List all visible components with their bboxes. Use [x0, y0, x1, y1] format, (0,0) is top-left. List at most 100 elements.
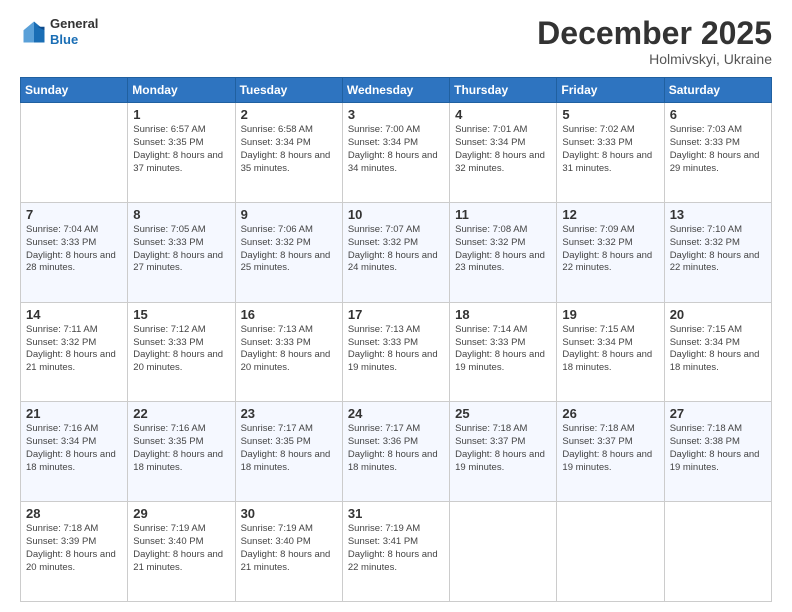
- page: General Blue December 2025 Holmivskyi, U…: [0, 0, 792, 612]
- day-number: 23: [241, 406, 337, 421]
- calendar-cell: 14 Sunrise: 7:11 AMSunset: 3:32 PMDayligh…: [21, 302, 128, 402]
- day-info: Sunrise: 7:18 AMSunset: 3:37 PMDaylight:…: [562, 423, 658, 474]
- calendar-week-row: 7Sunrise: 7:04 AMSunset: 3:33 PMDaylight…: [21, 202, 772, 302]
- day-info: Sunrise: 7:11 AMSunset: 3:32 PMDaylight:…: [26, 324, 122, 375]
- location: Holmivskyi, Ukraine: [537, 51, 772, 67]
- weekday-header: Tuesday: [235, 78, 342, 103]
- day-info: Sunrise: 7:03 AMSunset: 3:33 PMDaylight:…: [670, 124, 766, 175]
- logo: General Blue: [20, 16, 98, 47]
- calendar-week-row: 1 Sunrise: 6:57 AMSunset: 3:35 PMDaylight…: [21, 103, 772, 203]
- calendar-header-row: SundayMondayTuesdayWednesdayThursdayFrid…: [21, 78, 772, 103]
- calendar-table: SundayMondayTuesdayWednesdayThursdayFrid…: [20, 77, 772, 602]
- weekday-header: Friday: [557, 78, 664, 103]
- day-info: Sunrise: 6:57 AMSunset: 3:35 PMDaylight:…: [133, 124, 229, 175]
- logo-text: General Blue: [50, 16, 98, 47]
- day-number: 14: [26, 307, 122, 322]
- calendar-cell: 13 Sunrise: 7:10 AMSunset: 3:32 PMDayligh…: [664, 202, 771, 302]
- calendar-cell: 17 Sunrise: 7:13 AMSunset: 3:33 PMDayligh…: [342, 302, 449, 402]
- day-number: 7: [26, 207, 122, 222]
- day-number: 19: [562, 307, 658, 322]
- calendar-cell: 4 Sunrise: 7:01 AMSunset: 3:34 PMDaylight…: [450, 103, 557, 203]
- day-info: Sunrise: 7:06 AMSunset: 3:32 PMDaylight:…: [241, 224, 337, 275]
- calendar-cell: 6 Sunrise: 7:03 AMSunset: 3:33 PMDaylight…: [664, 103, 771, 203]
- calendar-cell: 28Sunrise: 7:18 AMSunset: 3:39 PMDayligh…: [21, 502, 128, 602]
- day-number: 6: [670, 107, 766, 122]
- calendar-cell: [664, 502, 771, 602]
- weekday-header: Monday: [128, 78, 235, 103]
- day-number: 27: [670, 406, 766, 421]
- calendar-week-row: 21 Sunrise: 7:16 AMSunset: 3:34 PMDayligh…: [21, 402, 772, 502]
- day-info: Sunrise: 7:19 AMSunset: 3:40 PMDaylight:…: [241, 523, 337, 574]
- day-info: Sunrise: 7:10 AMSunset: 3:32 PMDaylight:…: [670, 224, 766, 275]
- day-info: Sunrise: 7:18 AMSunset: 3:37 PMDaylight:…: [455, 423, 551, 474]
- calendar-cell: [557, 502, 664, 602]
- day-info: Sunrise: 7:13 AMSunset: 3:33 PMDaylight:…: [348, 324, 444, 375]
- weekday-header: Thursday: [450, 78, 557, 103]
- day-info: Sunrise: 7:14 AMSunset: 3:33 PMDaylight:…: [455, 324, 551, 375]
- calendar-cell: 24 Sunrise: 7:17 AMSunset: 3:36 PMDayligh…: [342, 402, 449, 502]
- day-info: Sunrise: 7:18 AMSunset: 3:38 PMDaylight:…: [670, 423, 766, 474]
- calendar-cell: 29Sunrise: 7:19 AMSunset: 3:40 PMDayligh…: [128, 502, 235, 602]
- calendar-cell: 22Sunrise: 7:16 AMSunset: 3:35 PMDayligh…: [128, 402, 235, 502]
- calendar-week-row: 28Sunrise: 7:18 AMSunset: 3:39 PMDayligh…: [21, 502, 772, 602]
- day-number: 8: [133, 207, 229, 222]
- day-info: Sunrise: 7:19 AMSunset: 3:40 PMDaylight:…: [133, 523, 229, 574]
- day-number: 20: [670, 307, 766, 322]
- month-title: December 2025: [537, 16, 772, 51]
- calendar-cell: 8Sunrise: 7:05 AMSunset: 3:33 PMDaylight…: [128, 202, 235, 302]
- day-info: Sunrise: 7:15 AMSunset: 3:34 PMDaylight:…: [670, 324, 766, 375]
- day-info: Sunrise: 7:18 AMSunset: 3:39 PMDaylight:…: [26, 523, 122, 574]
- day-number: 21: [26, 406, 122, 421]
- day-number: 16: [241, 307, 337, 322]
- day-number: 17: [348, 307, 444, 322]
- day-number: 30: [241, 506, 337, 521]
- calendar-cell: 27 Sunrise: 7:18 AMSunset: 3:38 PMDayligh…: [664, 402, 771, 502]
- day-number: 3: [348, 107, 444, 122]
- calendar-cell: 2 Sunrise: 6:58 AMSunset: 3:34 PMDaylight…: [235, 103, 342, 203]
- calendar-cell: 16 Sunrise: 7:13 AMSunset: 3:33 PMDayligh…: [235, 302, 342, 402]
- day-number: 4: [455, 107, 551, 122]
- day-number: 24: [348, 406, 444, 421]
- day-info: Sunrise: 7:13 AMSunset: 3:33 PMDaylight:…: [241, 324, 337, 375]
- day-info: Sunrise: 7:15 AMSunset: 3:34 PMDaylight:…: [562, 324, 658, 375]
- day-info: Sunrise: 7:16 AMSunset: 3:34 PMDaylight:…: [26, 423, 122, 474]
- day-info: Sunrise: 7:01 AMSunset: 3:34 PMDaylight:…: [455, 124, 551, 175]
- calendar-week-row: 14 Sunrise: 7:11 AMSunset: 3:32 PMDayligh…: [21, 302, 772, 402]
- day-info: Sunrise: 7:07 AMSunset: 3:32 PMDaylight:…: [348, 224, 444, 275]
- day-info: Sunrise: 7:17 AMSunset: 3:35 PMDaylight:…: [241, 423, 337, 474]
- day-info: Sunrise: 7:19 AMSunset: 3:41 PMDaylight:…: [348, 523, 444, 574]
- day-number: 1: [133, 107, 229, 122]
- day-number: 15: [133, 307, 229, 322]
- calendar-cell: 30 Sunrise: 7:19 AMSunset: 3:40 PMDayligh…: [235, 502, 342, 602]
- calendar-cell: [450, 502, 557, 602]
- logo-icon: [20, 18, 48, 46]
- day-info: Sunrise: 7:12 AMSunset: 3:33 PMDaylight:…: [133, 324, 229, 375]
- day-info: Sunrise: 6:58 AMSunset: 3:34 PMDaylight:…: [241, 124, 337, 175]
- weekday-header: Saturday: [664, 78, 771, 103]
- weekday-header: Sunday: [21, 78, 128, 103]
- header: General Blue December 2025 Holmivskyi, U…: [20, 16, 772, 67]
- day-number: 12: [562, 207, 658, 222]
- day-info: Sunrise: 7:09 AMSunset: 3:32 PMDaylight:…: [562, 224, 658, 275]
- day-info: Sunrise: 7:17 AMSunset: 3:36 PMDaylight:…: [348, 423, 444, 474]
- day-number: 25: [455, 406, 551, 421]
- calendar-cell: 12 Sunrise: 7:09 AMSunset: 3:32 PMDayligh…: [557, 202, 664, 302]
- calendar-cell: 1 Sunrise: 6:57 AMSunset: 3:35 PMDaylight…: [128, 103, 235, 203]
- calendar-cell: 15 Sunrise: 7:12 AMSunset: 3:33 PMDayligh…: [128, 302, 235, 402]
- calendar-cell: 21 Sunrise: 7:16 AMSunset: 3:34 PMDayligh…: [21, 402, 128, 502]
- day-number: 26: [562, 406, 658, 421]
- day-info: Sunrise: 7:08 AMSunset: 3:32 PMDaylight:…: [455, 224, 551, 275]
- calendar-cell: 9 Sunrise: 7:06 AMSunset: 3:32 PMDaylight…: [235, 202, 342, 302]
- day-number: 2: [241, 107, 337, 122]
- calendar-cell: 26 Sunrise: 7:18 AMSunset: 3:37 PMDayligh…: [557, 402, 664, 502]
- calendar-cell: 23 Sunrise: 7:17 AMSunset: 3:35 PMDayligh…: [235, 402, 342, 502]
- day-number: 9: [241, 207, 337, 222]
- calendar-cell: 10Sunrise: 7:07 AMSunset: 3:32 PMDayligh…: [342, 202, 449, 302]
- logo-blue: Blue: [50, 32, 98, 48]
- calendar-cell: 31Sunrise: 7:19 AMSunset: 3:41 PMDayligh…: [342, 502, 449, 602]
- calendar-cell: 7Sunrise: 7:04 AMSunset: 3:33 PMDaylight…: [21, 202, 128, 302]
- day-number: 5: [562, 107, 658, 122]
- calendar-cell: 5Sunrise: 7:02 AMSunset: 3:33 PMDaylight…: [557, 103, 664, 203]
- day-number: 13: [670, 207, 766, 222]
- day-info: Sunrise: 7:00 AMSunset: 3:34 PMDaylight:…: [348, 124, 444, 175]
